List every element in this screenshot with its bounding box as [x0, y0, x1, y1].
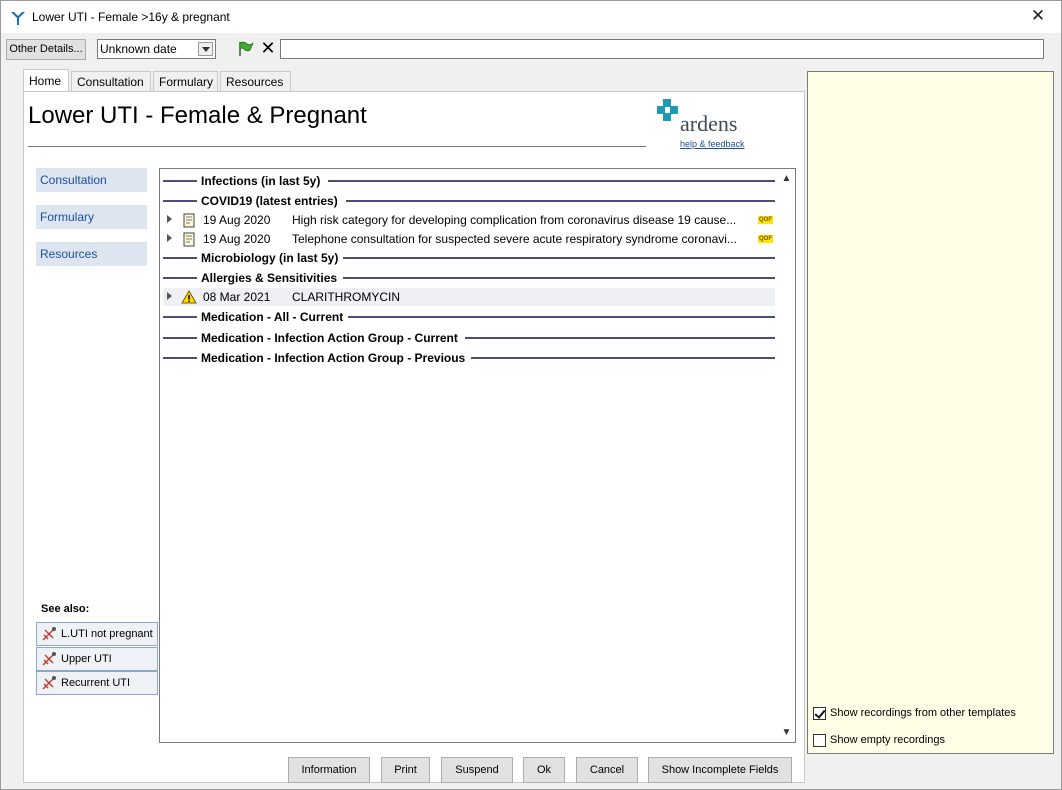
see-also-item-label: Upper UTI [61, 653, 112, 665]
expand-icon[interactable] [167, 234, 172, 242]
show-empty-checkbox[interactable] [813, 734, 826, 747]
date-dropdown[interactable]: Unknown date [97, 39, 216, 59]
template-link-icon [42, 652, 56, 666]
free-text-input[interactable] [280, 39, 1044, 59]
help-feedback-link[interactable]: help & feedback [680, 139, 745, 149]
clear-x-icon[interactable]: ✕ [259, 39, 277, 57]
other-details-button[interactable]: Other Details... [6, 39, 86, 60]
see-also-upper-uti-button[interactable]: Upper UTI [36, 647, 158, 671]
section-header: Allergies & Sensitivities [163, 269, 775, 287]
checkbox-label: Show recordings from other templates [830, 707, 1016, 719]
section-header: Infections (in last 5y) [163, 172, 775, 190]
vertical-scrollbar[interactable]: ▲ ▼ [778, 169, 795, 742]
page-title: Lower UTI - Female & Pregnant [28, 102, 367, 129]
tab-formulary[interactable]: Formulary [153, 71, 218, 92]
template-window: Lower UTI - Female >16y & pregnant ✕ Oth… [0, 0, 1062, 790]
record-row[interactable]: 19 Aug 2020 Telephone consultation for s… [163, 230, 775, 248]
scroll-down-icon[interactable]: ▼ [781, 727, 792, 738]
information-button[interactable]: Information [288, 757, 370, 783]
allergy-warning-icon [181, 290, 197, 304]
window-title: Lower UTI - Female >16y & pregnant [32, 10, 230, 24]
scroll-up-icon[interactable]: ▲ [781, 173, 792, 184]
tab-resources[interactable]: Resources [220, 71, 291, 92]
record-row[interactable]: 19 Aug 2020 High risk category for devel… [163, 211, 775, 229]
expand-icon[interactable] [167, 215, 172, 223]
sidenav-consultation[interactable]: Consultation [36, 168, 147, 192]
toolbar: Other Details... Unknown date ✕ [1, 35, 1061, 65]
checkbox-label: Show empty recordings [830, 734, 945, 746]
see-also-item-label: Recurrent UTI [61, 677, 131, 689]
flag-icon[interactable] [237, 40, 255, 58]
see-also-recurrent-uti-button[interactable]: Recurrent UTI [36, 671, 158, 695]
record-date: 08 Mar 2021 [203, 290, 271, 304]
date-value: Unknown date [100, 42, 177, 56]
record-row[interactable]: 08 Mar 2021 CLARITHROMYCIN [163, 288, 775, 306]
suspend-button[interactable]: Suspend [441, 757, 513, 783]
record-date: 19 Aug 2020 [203, 232, 271, 246]
record-description: CLARITHROMYCIN [292, 290, 401, 304]
title-bar: Lower UTI - Female >16y & pregnant ✕ [1, 1, 1061, 33]
recordings-panel [807, 71, 1054, 754]
tab-home[interactable]: Home [23, 69, 69, 91]
ok-button[interactable]: Ok [523, 757, 565, 783]
expand-icon[interactable] [167, 292, 172, 300]
section-header: Medication - All - Current [163, 308, 775, 326]
template-link-icon [42, 627, 56, 641]
close-icon[interactable]: ✕ [1027, 5, 1049, 27]
section-header: COVID19 (latest entries) [163, 192, 775, 210]
app-logo-icon [11, 12, 25, 25]
see-also-label: See also: [41, 603, 90, 615]
see-also-item-label: L.UTI not pregnant [61, 628, 153, 640]
patient-record-list[interactable]: Infections (in last 5y) COVID19 (latest … [159, 168, 796, 743]
section-header: Microbiology (in last 5y) [163, 249, 775, 267]
title-divider [28, 146, 646, 147]
record-description: High risk category for developing compli… [292, 213, 737, 227]
record-date: 19 Aug 2020 [203, 213, 271, 227]
section-header: Medication - Infection Action Group - Cu… [163, 329, 775, 347]
logo-text: ardens [680, 111, 738, 136]
print-button[interactable]: Print [381, 757, 430, 783]
qof-badge: QOF [758, 235, 773, 243]
qof-badge: QOF [758, 216, 773, 224]
section-header: Medication - Infection Action Group - Pr… [163, 349, 775, 367]
chevron-down-icon[interactable] [198, 42, 213, 56]
show-incomplete-fields-button[interactable]: Show Incomplete Fields [648, 757, 792, 783]
see-also-lower-uti-not-pregnant-button[interactable]: L.UTI not pregnant [36, 622, 158, 646]
cancel-button[interactable]: Cancel [576, 757, 638, 783]
sidenav-formulary[interactable]: Formulary [36, 205, 147, 229]
document-icon [183, 213, 195, 228]
show-other-templates-checkbox[interactable] [813, 707, 826, 720]
document-icon [183, 232, 195, 247]
tab-consultation[interactable]: Consultation [71, 71, 151, 92]
sidenav-resources[interactable]: Resources [36, 242, 147, 266]
record-description: Telephone consultation for suspected sev… [292, 232, 737, 246]
template-link-icon [42, 676, 56, 690]
